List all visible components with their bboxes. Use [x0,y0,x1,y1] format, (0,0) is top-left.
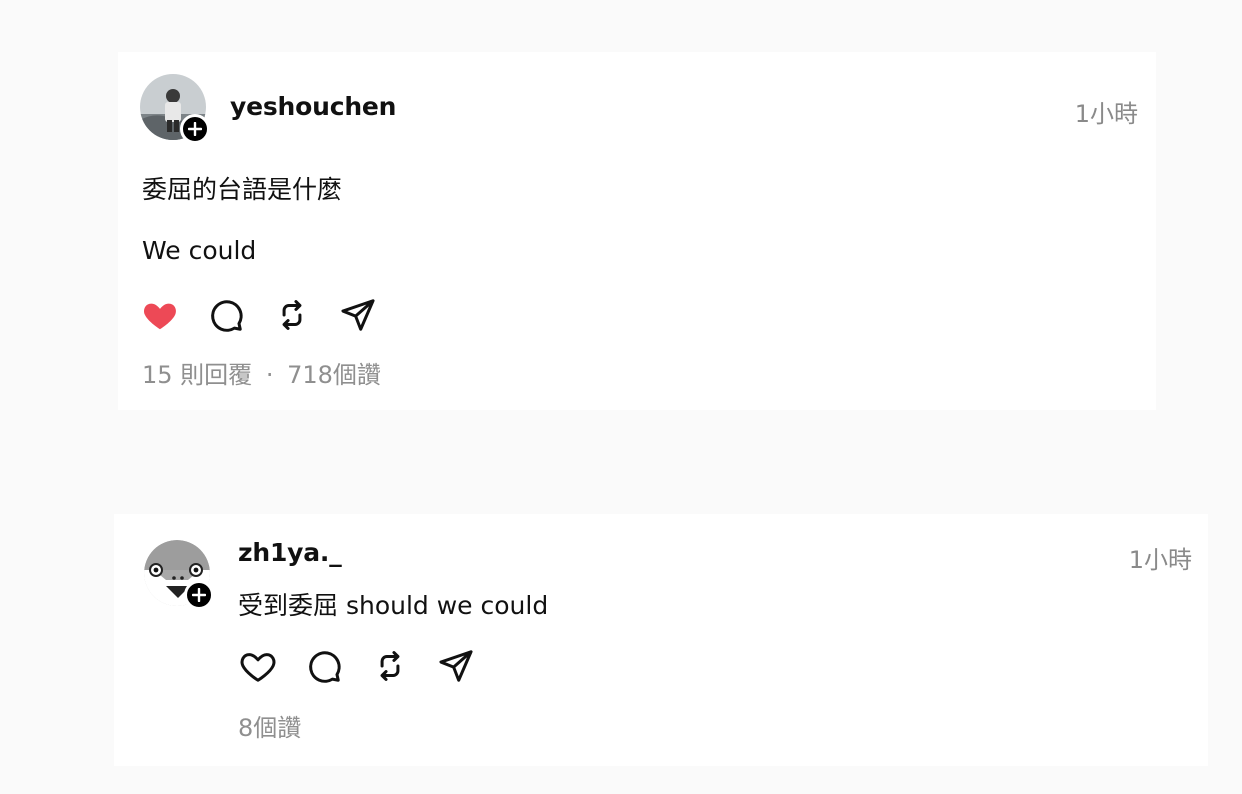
post-timestamp: 1小時 [1074,100,1138,128]
reply-actions [238,646,502,686]
post-text-line-1: 委屈的台語是什麼 [142,175,343,204]
share-icon [439,650,473,682]
reply-username[interactable]: zh1ya._ [238,538,342,567]
repost-button[interactable] [272,295,312,335]
like-button[interactable] [238,646,278,686]
reply-text: 受到委屈 should we could [238,591,549,620]
post-avatar[interactable] [140,74,210,144]
follow-plus-icon[interactable] [180,114,210,144]
heart-icon [240,653,276,682]
replies-count[interactable]: 15 則回覆 [142,361,252,389]
post-stats: 15 則回覆 · 718個讚 [142,355,381,390]
like-button[interactable] [140,295,180,335]
share-button[interactable] [436,646,476,686]
share-icon [341,299,375,331]
share-button[interactable] [338,295,378,335]
post-username[interactable]: yeshouchen [230,92,396,121]
follow-plus-icon[interactable] [184,580,214,610]
reply-avatar[interactable] [144,540,214,610]
post-actions [140,295,404,335]
repost-icon [282,300,302,330]
post-text-line-2: We could [142,236,257,265]
reply-timestamp: 1小時 [1128,546,1192,574]
comment-icon [309,651,341,683]
reply-card: zh1ya._ 1小時 受到委屈 should we could 8個讚 [114,514,1208,766]
likes-count[interactable]: 718個讚 [287,361,381,389]
comment-button[interactable] [206,295,246,335]
heart-icon [144,303,176,330]
post-card: yeshouchen 1小時 委屈的台語是什麼 We could 15 則回覆 … [118,52,1156,410]
repost-icon [380,651,400,681]
comment-icon [211,300,243,332]
repost-button[interactable] [370,646,410,686]
comment-button[interactable] [304,646,344,686]
stats-separator: · [265,361,274,389]
reply-likes-count[interactable]: 8個讚 [238,708,301,743]
